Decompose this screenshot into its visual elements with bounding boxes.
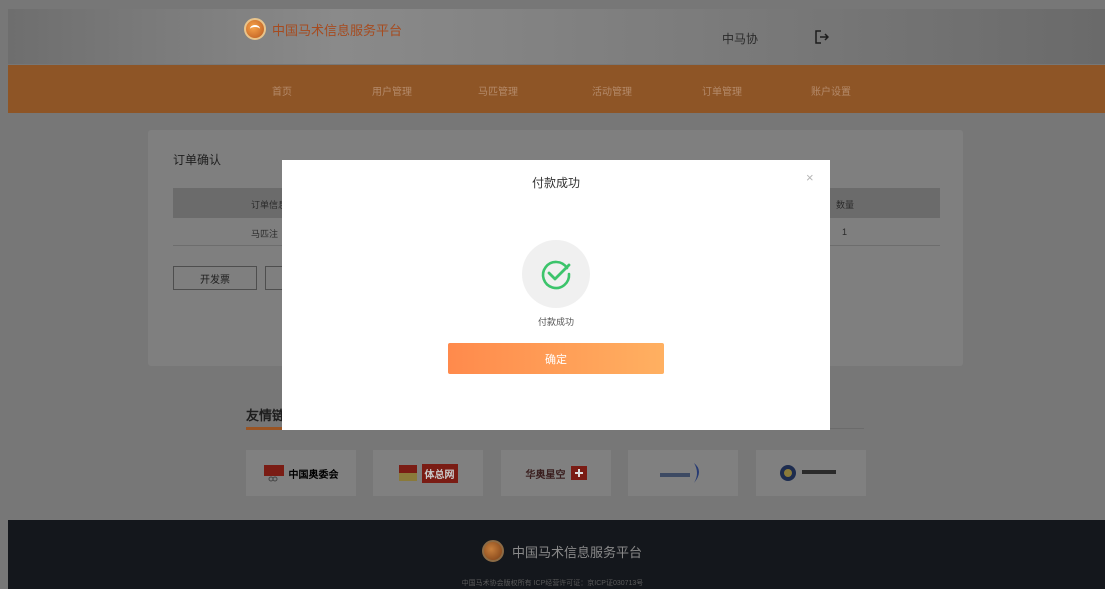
nav-item-users[interactable]: 用户管理 (372, 83, 412, 98)
olympic-flag-icon (263, 465, 284, 482)
hk-jockey-wordmark-icon (802, 470, 836, 474)
success-message: 付款成功 (537, 317, 574, 327)
column-quantity: 数量 (836, 200, 855, 210)
logout-icon[interactable] (815, 30, 829, 44)
nav-item-horses[interactable]: 马匹管理 (478, 83, 518, 98)
footer-logo-icon (482, 540, 504, 562)
equestrian-logo-icon (659, 463, 699, 483)
close-icon[interactable]: × (806, 170, 814, 185)
order-item-quantity: 1 (842, 227, 848, 237)
check-circle-icon (541, 260, 571, 290)
links-title: 友情链 (246, 408, 286, 423)
confirm-button[interactable]: 确定 (448, 343, 664, 374)
link-tile-hk-jockey[interactable] (756, 450, 866, 496)
link-tile-label: 体总网 (421, 463, 458, 483)
top-header (8, 9, 1105, 64)
modal-title: 付款成功 (531, 176, 580, 190)
footer-brand: 中国马术信息服务平台 (482, 540, 642, 562)
order-title: 订单确认 (173, 153, 222, 167)
sport-logo-icon (398, 465, 417, 481)
success-badge (522, 240, 590, 308)
footer-site-title: 中国马术信息服务平台 (512, 544, 643, 560)
link-tile-equestrian[interactable] (628, 450, 738, 496)
payment-success-modal: 付款成功 × 付款成功 确定 (282, 160, 830, 430)
link-tile-olympic[interactable]: 中国奥委会 (246, 450, 356, 496)
link-tile-sports-cn[interactable]: 华奥星空 (501, 450, 611, 496)
user-name[interactable]: 中马协 (722, 30, 758, 47)
main-nav: 首页 用户管理 马匹管理 活动管理 订单管理 账户设置 (8, 65, 1105, 113)
site-title: 中国马术信息服务平台 (272, 22, 403, 38)
link-tile-sport[interactable]: 体总网 (373, 450, 483, 496)
nav-item-account[interactable]: 账户设置 (811, 83, 851, 98)
nav-item-events[interactable]: 活动管理 (592, 83, 632, 98)
hk-jockey-logo-icon (780, 465, 796, 481)
secondary-order-button[interactable] (265, 266, 283, 290)
site-logo[interactable]: 中国马术信息服务平台 (244, 18, 402, 40)
link-tile-label: 中国奥委会 (288, 469, 339, 481)
link-tile-label: 华奥星空 (525, 469, 566, 481)
sports-cn-logo-icon (570, 466, 587, 480)
invoice-button[interactable]: 开发票 (173, 266, 257, 290)
order-item-name: 马匹注 (251, 229, 279, 239)
nav-item-home[interactable]: 首页 (272, 83, 292, 98)
footer-copyright: 中国马术协会版权所有 ICP经营许可证：京ICP证030713号 (461, 580, 644, 587)
nav-item-orders[interactable]: 订单管理 (702, 83, 742, 98)
logo-icon (244, 18, 266, 40)
